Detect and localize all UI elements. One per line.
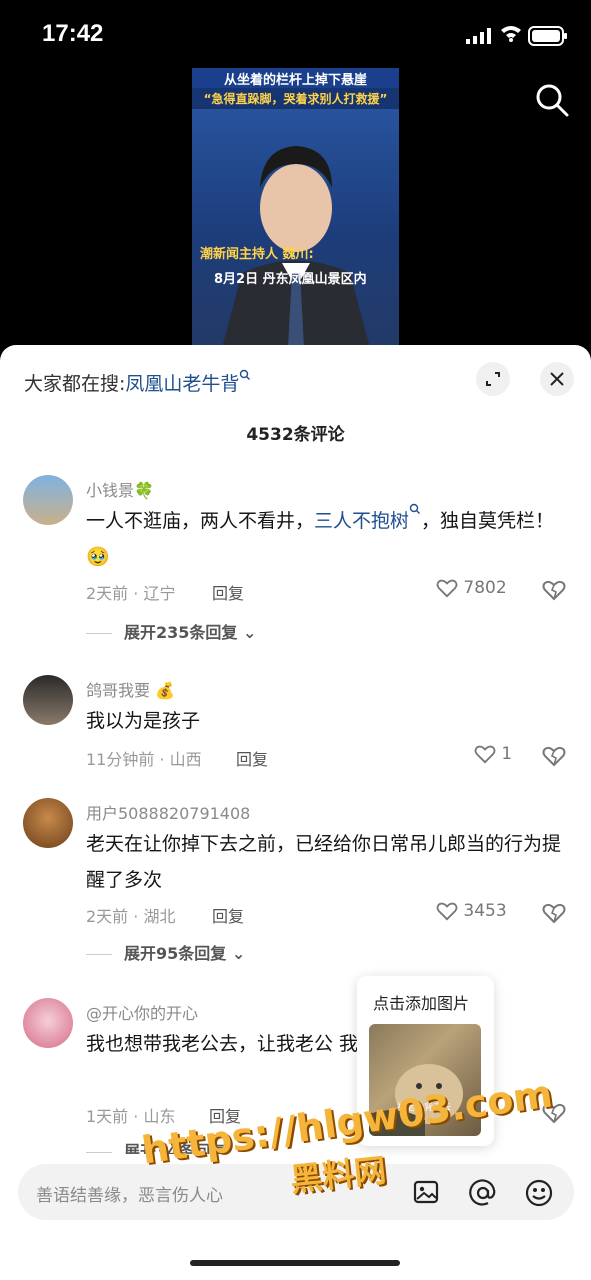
comment-text: 一人不逛庙，两人不看井，三人不抱树 ，独自莫凭栏！ 🥹 <box>86 503 576 575</box>
divider <box>86 954 112 955</box>
emoji-icon[interactable] <box>524 1178 554 1208</box>
comment-username[interactable]: 鸽哥我要 💰 <box>86 677 175 701</box>
comment-meta: 11分钟前 · 山西 <box>86 750 202 769</box>
like-count: 7802 <box>463 578 507 598</box>
divider <box>86 633 112 634</box>
heart-icon <box>436 902 458 921</box>
search-small-icon <box>409 503 421 514</box>
comment-meta: 2天前 · 湖北 <box>86 907 176 926</box>
like-button[interactable]: 3453 <box>436 901 507 921</box>
status-bar: 17:42 <box>0 0 591 70</box>
hot-search[interactable]: 大家都在搜:凤凰山老牛背 <box>24 369 251 396</box>
expand-icon <box>486 372 500 386</box>
battery-icon <box>528 26 567 46</box>
heart-icon <box>474 745 496 764</box>
reply-button[interactable]: 回复 <box>212 580 244 604</box>
comment-count-title: 4532条评论 <box>246 425 345 445</box>
hot-search-prefix: 大家都在搜: <box>24 373 126 395</box>
news-anchor-figure <box>222 146 370 348</box>
reply-button[interactable]: 回复 <box>236 746 268 770</box>
comment-text: 我以为是孩子 <box>86 710 201 732</box>
reply-button[interactable]: 回复 <box>212 903 244 927</box>
like-count: 1 <box>501 744 513 764</box>
avatar[interactable] <box>23 675 73 725</box>
dislike-icon[interactable] <box>542 579 566 601</box>
comment-text: 老天在让你掉下去之前，已经给你日常吊儿郎当的行为提醒了多次 <box>86 833 562 891</box>
comment-username[interactable]: 小钱景🍀 <box>86 477 154 501</box>
video-host-label: 潮新闻主持人 魏川: <box>200 247 314 262</box>
avatar[interactable] <box>23 475 73 525</box>
hot-search-term[interactable]: 凤凰山老牛背 <box>125 373 239 395</box>
comment-username[interactable]: 用户5088820791408 <box>86 800 250 824</box>
wifi-icon <box>501 26 521 42</box>
comment-search-link[interactable]: 三人不抱树 <box>314 510 409 532</box>
like-button[interactable]: 7802 <box>436 578 507 598</box>
at-mention-icon[interactable] <box>468 1178 498 1208</box>
like-count: 3453 <box>463 901 507 921</box>
like-button[interactable]: 1 <box>474 744 512 764</box>
add-image-popup-title: 点击添加图片 <box>373 994 470 1013</box>
avatar[interactable] <box>23 998 73 1048</box>
divider <box>86 1152 112 1153</box>
chevron-down-icon: ⌄ <box>242 623 257 642</box>
video-place-label: 8月2日 丹东凤凰山景区内 <box>214 272 367 287</box>
home-indicator[interactable] <box>190 1260 400 1266</box>
close-button[interactable] <box>540 362 574 396</box>
comment-username[interactable]: @开心你的开心 <box>86 1000 198 1024</box>
image-icon[interactable] <box>412 1178 440 1206</box>
comment-meta: 1天前 · 山东 <box>86 1107 176 1126</box>
video-player[interactable]: 从坐着的栏杆上掉下悬崖 “急得直跺脚，哭着求别人打救援” 潮新闻主持人 魏川: … <box>192 68 399 348</box>
expand-button[interactable] <box>476 362 510 396</box>
expand-replies-button[interactable]: 展开95条回复 ⌄ <box>86 940 245 964</box>
search-small-icon <box>240 369 251 380</box>
heart-icon <box>436 579 458 598</box>
cellular-signal-icon <box>466 28 491 44</box>
dislike-icon[interactable] <box>542 745 566 767</box>
expand-replies-label: 展开95条回复 <box>124 944 227 963</box>
comment-text-part: 一人不逛庙，两人不看井， <box>86 510 315 532</box>
expand-replies-button[interactable]: 展开235条回复 ⌄ <box>86 619 256 643</box>
comment-text: 我也想带我老公去，让我老公 我给他拍照😁 <box>86 1033 454 1055</box>
status-time: 17:42 <box>42 20 104 47</box>
search-icon[interactable] <box>534 82 570 118</box>
dislike-icon[interactable] <box>542 902 566 924</box>
avatar[interactable] <box>23 798 73 848</box>
comment-meta: 2天前 · 辽宁 <box>86 584 176 603</box>
chevron-down-icon: ⌄ <box>231 944 246 963</box>
comment-input-placeholder[interactable]: 善语结善缘，恶言伤人心 <box>36 1181 223 1206</box>
close-icon <box>550 372 564 386</box>
expand-replies-label: 展开235条回复 <box>124 623 238 642</box>
